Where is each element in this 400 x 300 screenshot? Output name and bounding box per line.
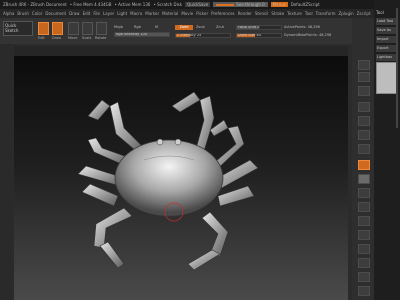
see-through-label: See-through 0 [236,2,265,7]
menus-button[interactable]: Menus [270,2,288,7]
draw-label: Draw [52,36,62,40]
load-tool-button[interactable]: Load Tool [376,18,398,25]
active-mem-readout: • Active Mem 136 [114,2,151,7]
rgb-toggle[interactable]: Rgb [134,25,141,29]
see-through-slider[interactable]: See-through 0 [213,2,268,7]
free-mem-readout: • Free Mem 4.434GB [69,2,112,7]
bpr-button[interactable] [358,60,370,70]
menu-item[interactable]: Stencil [255,11,269,16]
menu-item[interactable]: Document [45,11,66,16]
rgb-intensity-label: Rgb Intensity 100 [116,32,148,36]
lightbox-button[interactable]: Lightbox [376,54,398,61]
crab-model[interactable] [14,56,348,300]
xyz-button[interactable] [358,188,370,198]
focal-shift-slider[interactable]: Focal Shift 0 [236,25,282,30]
menu-item[interactable]: Macro [130,11,142,16]
active-points-readout: ActivePoints: 48,298 [284,25,320,29]
draw-size-slider[interactable]: Draw Size 64 [236,33,282,38]
menu-item[interactable]: Edit [83,11,91,16]
scroll-button[interactable] [358,86,370,96]
quick-sketch-button[interactable]: Quick Sketch [3,21,33,36]
frame-button[interactable] [358,202,370,212]
menu-item[interactable]: Stroke [271,11,284,16]
transp-button[interactable] [358,272,370,282]
zcut-toggle[interactable]: Zcut [216,25,224,29]
tool-tray: Tool Load Tool Save As Import Export Lig… [374,0,400,300]
scale-label: Scale [82,36,92,40]
menu-item[interactable]: Preferences [211,11,235,16]
scale-button[interactable] [82,22,93,35]
floor-button[interactable] [358,160,370,170]
rotate-view-button[interactable] [358,244,370,254]
menu-item[interactable]: File [93,11,100,16]
menu-item[interactable]: Tool [305,11,313,16]
menu-item[interactable]: Transform [316,11,336,16]
menu-item[interactable]: Marker [145,11,159,16]
document-canvas[interactable] [14,56,348,300]
quicksave-button[interactable]: QuickSave [185,2,211,7]
save-as-button[interactable]: Save As [376,27,398,34]
actual-button[interactable] [358,116,370,126]
menu-item[interactable]: Picker [196,11,208,16]
move-view-button[interactable] [358,216,370,226]
import-button[interactable]: Import [376,36,398,43]
menu-item[interactable]: Layer [103,11,114,16]
menu-item[interactable]: Material [162,11,178,16]
zsub-toggle[interactable]: Zsub [196,25,205,29]
draw-button[interactable] [52,22,63,35]
menu-item[interactable]: Texture [287,11,302,16]
tool-palette-title: Tool [376,10,384,15]
left-shelf [0,44,12,300]
z-intensity-slider[interactable]: Z Intensity 25 [175,33,231,38]
m-toggle[interactable]: M [155,25,158,29]
scale-view-button[interactable] [358,230,370,240]
menu-item[interactable]: Render [238,11,252,16]
rgb-intensity-slider[interactable]: Rgb Intensity 100 [114,32,170,37]
tool-thumbnail[interactable] [376,62,398,94]
canvas-header [14,46,348,56]
top-shelf: Quick Sketch Edit Draw Move Scale Rotate… [0,18,352,44]
main-menu-row: Alpha Brush Color Document Draw Edit Fil… [0,9,400,18]
menu-item[interactable]: Brush [17,11,29,16]
menu-item[interactable]: Draw [69,11,79,16]
move-button[interactable] [68,22,79,35]
draw-size-label: Draw Size 64 [238,33,262,37]
menu-item[interactable]: Light [117,11,127,16]
total-points-readout: TotalPoints: 48,298 [298,33,332,37]
rotate-button[interactable] [96,22,107,35]
zadd-toggle[interactable]: Zadd [175,25,193,30]
local-button[interactable] [358,174,370,184]
mrgb-toggle[interactable]: Mrgb [114,25,123,29]
edit-label: Edit [38,36,45,40]
tray-scrollbar[interactable] [396,8,398,128]
zoom-button[interactable] [358,102,370,112]
aahalf-button[interactable] [358,130,370,140]
rotate-label: Rotate [95,36,107,40]
menu-item[interactable]: Movie [181,11,193,16]
menu-item[interactable]: Zplugin [339,11,354,16]
solo-button[interactable] [358,286,370,296]
menu-item[interactable]: Color [32,11,42,16]
document-title: ZBrush 4R6 - ZBrush Document [3,2,67,7]
right-shelf [352,18,374,300]
menu-bar: ZBrush 4R6 - ZBrush Document • Free Mem … [0,0,400,9]
focal-shift-label: Focal Shift 0 [238,25,260,29]
spix-button[interactable] [358,72,370,82]
move-label: Move [68,36,78,40]
z-intensity-label: Z Intensity 25 [177,33,202,37]
export-button[interactable]: Export [376,45,398,52]
default-zscript-button[interactable]: DefaultZScript [291,2,320,7]
polyf-button[interactable] [358,258,370,268]
edit-button[interactable] [38,22,49,35]
menu-item[interactable]: Zscript [357,11,371,16]
scratch-disk-readout: • Scratch Disk [153,2,183,7]
menu-item[interactable]: Alpha [3,11,14,16]
persp-button[interactable] [358,144,370,154]
